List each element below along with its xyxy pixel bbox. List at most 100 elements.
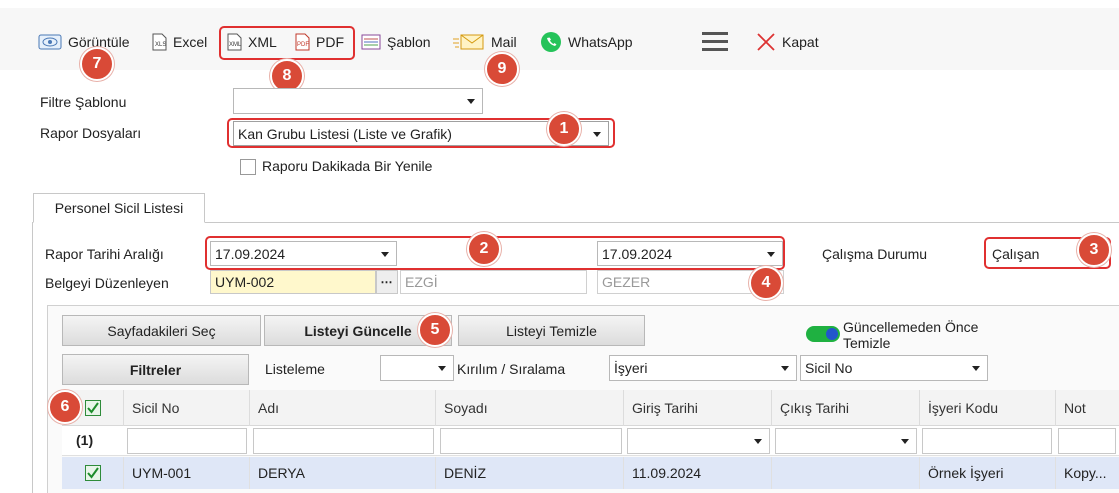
svg-text:PDF: PDF bbox=[297, 42, 309, 48]
header-cikis[interactable]: Çıkış Tarihi bbox=[772, 390, 920, 426]
date-start-select[interactable]: 17.09.2024 bbox=[210, 241, 397, 266]
header-soyadi[interactable]: Soyadı bbox=[436, 390, 624, 426]
report-files-label: Rapor Dosyaları bbox=[40, 125, 142, 141]
work-status-value[interactable]: Çalışan bbox=[992, 246, 1039, 262]
date-end-select[interactable]: 17.09.2024 bbox=[597, 241, 783, 266]
xml-button[interactable]: XML XML bbox=[226, 31, 277, 53]
filter-template-select[interactable] bbox=[233, 88, 483, 114]
xml-icon: XML bbox=[227, 33, 242, 51]
row-select-cell[interactable] bbox=[62, 457, 124, 489]
issuer-code-input[interactable]: UYM-002 bbox=[210, 270, 376, 294]
badge-2: 2 bbox=[467, 232, 501, 266]
filter-soyadi[interactable] bbox=[440, 428, 622, 454]
close-button[interactable]: Kapat bbox=[756, 31, 819, 53]
chevron-down-icon bbox=[438, 366, 446, 371]
chevron-down-icon bbox=[381, 251, 389, 257]
cell-giris: 11.09.2024 bbox=[624, 457, 772, 489]
issuer-first-name: EZGİ bbox=[400, 270, 587, 294]
filter-giris[interactable] bbox=[627, 428, 770, 454]
mail-label: Mail bbox=[491, 34, 517, 50]
row-checkbox[interactable] bbox=[84, 465, 101, 481]
clear-list-button[interactable]: Listeyi Temizle bbox=[458, 315, 645, 346]
badge-4: 4 bbox=[749, 266, 783, 300]
grouping-select[interactable]: İşyeri bbox=[609, 355, 797, 381]
panel-left-border bbox=[32, 223, 33, 493]
xml-label: XML bbox=[248, 34, 277, 50]
report-files-value: Kan Grubu Listesi (Liste ve Grafik) bbox=[238, 125, 452, 142]
cell-adi: DERYA bbox=[250, 457, 436, 489]
issuer-label: Belgeyi Düzenleyen bbox=[45, 275, 169, 291]
mail-icon bbox=[453, 34, 484, 50]
header-isyeri[interactable]: İşyeri Kodu bbox=[920, 390, 1056, 426]
filters-button[interactable]: Filtreler bbox=[62, 354, 249, 385]
listing-select[interactable] bbox=[380, 355, 454, 381]
badge-9: 9 bbox=[485, 52, 519, 86]
badge-7: 7 bbox=[80, 47, 114, 81]
listing-label: Listeleme bbox=[265, 361, 325, 377]
toggle-label: Güncellemeden Önce Temizle bbox=[843, 319, 979, 351]
cell-isyeri: Örnek İşyeri bbox=[920, 457, 1056, 489]
pdf-icon: PDF bbox=[295, 33, 310, 51]
grid-header: Sicil No Adı Soyadı Giriş Tarihi Çıkış T… bbox=[62, 390, 1119, 426]
close-label: Kapat bbox=[782, 34, 819, 50]
whatsapp-icon bbox=[541, 32, 561, 52]
issuer-lookup-button[interactable]: ⋯ bbox=[376, 270, 398, 294]
badge-6: 6 bbox=[48, 390, 82, 424]
template-label: Şablon bbox=[387, 34, 431, 50]
header-giris[interactable]: Giriş Tarihi bbox=[624, 390, 772, 426]
check-icon bbox=[86, 467, 99, 479]
tab-personel-sicil[interactable]: Personel Sicil Listesi bbox=[33, 193, 205, 223]
menu-icon[interactable] bbox=[702, 32, 728, 51]
view-button[interactable]: Görüntüle bbox=[38, 31, 129, 53]
refresh-checkbox[interactable] bbox=[240, 159, 256, 175]
issuer-first-value: EZGİ bbox=[405, 274, 438, 290]
select-all-checkbox[interactable] bbox=[84, 400, 101, 416]
cell-not: Kopy... bbox=[1064, 465, 1107, 481]
tab-label: Personel Sicil Listesi bbox=[54, 200, 184, 216]
template-button[interactable]: Şablon bbox=[361, 31, 431, 53]
svg-text:XML: XML bbox=[229, 42, 242, 48]
clear-before-update-toggle[interactable] bbox=[806, 326, 840, 342]
select-page-button[interactable]: Sayfadakileri Seç bbox=[62, 315, 261, 346]
pdf-label: PDF bbox=[316, 34, 344, 50]
header-adi[interactable]: Adı bbox=[250, 390, 436, 426]
cell-soyadi: DENİZ bbox=[436, 457, 624, 489]
table-row[interactable]: UYM-001 DERYA DENİZ 11.09.2024 Örnek İşy… bbox=[62, 457, 1119, 489]
filter-not[interactable] bbox=[1058, 428, 1116, 454]
whatsapp-label: WhatsApp bbox=[568, 34, 633, 50]
header-not[interactable]: Not bbox=[1056, 390, 1119, 426]
chevron-down-icon bbox=[972, 366, 980, 371]
badge-3: 3 bbox=[1077, 233, 1111, 267]
grouping-label: Kırılım / Sıralama bbox=[457, 361, 566, 377]
sort-value: Sicil No bbox=[805, 360, 853, 376]
view-icon bbox=[38, 34, 62, 50]
check-icon bbox=[86, 402, 99, 414]
date-end-value: 17.09.2024 bbox=[602, 245, 673, 262]
sort-select[interactable]: Sicil No bbox=[800, 355, 988, 381]
row-count: (1) bbox=[76, 432, 94, 448]
date-range-label: Rapor Tarihi Aralığı bbox=[45, 246, 164, 262]
header-sicil-no[interactable]: Sicil No bbox=[124, 390, 250, 426]
mail-button[interactable]: Mail bbox=[453, 31, 517, 53]
filter-adi[interactable] bbox=[253, 428, 434, 454]
issuer-code-value: UYM-002 bbox=[215, 274, 275, 290]
chevron-down-icon bbox=[901, 439, 909, 444]
template-icon bbox=[361, 34, 381, 50]
work-status-label: Çalışma Durumu bbox=[822, 246, 928, 262]
whatsapp-button[interactable]: WhatsApp bbox=[540, 31, 633, 53]
filter-isyeri[interactable] bbox=[922, 428, 1052, 454]
cell-sicil: UYM-001 bbox=[124, 457, 250, 489]
excel-button[interactable]: XLS Excel bbox=[151, 31, 207, 53]
badge-1: 1 bbox=[547, 112, 581, 146]
chevron-down-icon bbox=[467, 99, 475, 104]
filter-sicil[interactable] bbox=[127, 428, 247, 454]
cell-cikis bbox=[772, 457, 920, 489]
excel-icon: XLS bbox=[152, 33, 167, 51]
chevron-down-icon bbox=[781, 366, 789, 371]
filter-cikis[interactable] bbox=[775, 428, 917, 454]
pdf-button[interactable]: PDF PDF bbox=[294, 31, 344, 53]
chevron-down-icon bbox=[593, 131, 601, 137]
close-icon bbox=[757, 33, 775, 51]
issuer-last-value: GEZER bbox=[602, 274, 651, 290]
chevron-down-icon bbox=[754, 439, 762, 444]
